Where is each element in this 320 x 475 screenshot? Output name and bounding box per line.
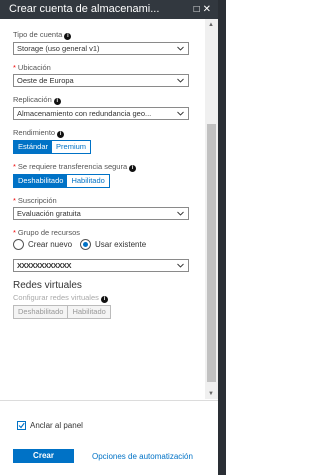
virtual-networks-title: Redes virtuales: [13, 280, 82, 291]
header-icons: □✕: [194, 0, 214, 19]
secure-transfer-label: * Se requiere transferencia segura i: [13, 162, 189, 172]
performance-toggle: Estándar Premium: [13, 140, 92, 154]
scroll-down-icon[interactable]: ▼: [208, 391, 214, 397]
resource-group-select[interactable]: XXXXXXXXXXXX: [13, 259, 189, 272]
info-icon[interactable]: i: [57, 131, 65, 138]
replication-label: Replicación i: [13, 95, 189, 105]
account-type-field: Tipo de cuenta i Storage (uso general v1): [13, 30, 189, 55]
performance-premium-option[interactable]: Premium: [52, 141, 91, 153]
resource-group-field: * Grupo de recursos Crear nuevo Usar exis…: [13, 228, 189, 272]
blade-edge: [218, 0, 226, 475]
performance-label: Rendimiento i: [13, 128, 189, 138]
footer-divider: [0, 400, 218, 401]
info-icon[interactable]: i: [129, 165, 137, 172]
radio-create-new[interactable]: Crear nuevo: [13, 239, 72, 250]
scroll-up-icon[interactable]: ▲: [208, 22, 214, 28]
resource-group-label: * Grupo de recursos: [13, 228, 81, 237]
pin-checkbox[interactable]: [17, 421, 26, 430]
restore-icon[interactable]: □: [194, 4, 203, 15]
radio-button-selected[interactable]: [80, 239, 92, 250]
location-value: Oeste de Europa: [17, 76, 74, 85]
subscription-value: Evaluación gratuita: [17, 209, 81, 218]
secure-transfer-field: * Se requiere transferencia segura i Desha…: [13, 162, 189, 188]
form-content: Tipo de cuenta i Storage (uso general v1)…: [13, 30, 189, 327]
info-icon[interactable]: i: [100, 296, 108, 303]
location-label: * Ubicación: [13, 63, 51, 72]
automation-options-link[interactable]: Opciones de automatización: [92, 452, 193, 461]
pin-to-dashboard[interactable]: Anclar al panel: [17, 421, 83, 430]
replication-field: Replicación i Almacenamiento con redundan…: [13, 95, 189, 120]
secure-transfer-disabled-option[interactable]: Deshabilitado: [14, 175, 68, 187]
radio-use-existing-label: Usar existente: [95, 240, 147, 249]
account-type-label: Tipo de cuenta i: [13, 30, 189, 40]
account-type-value: Storage (uso general v1): [17, 44, 100, 53]
virtual-networks-toggle: Deshabilitado Habilitado: [13, 305, 111, 319]
chevron-down-icon: [177, 75, 184, 86]
replication-select[interactable]: Almacenamiento con redundancia geo...: [13, 107, 189, 120]
secure-transfer-enabled-option[interactable]: Habilitado: [67, 175, 109, 187]
resource-group-value: XXXXXXXXXXXX: [17, 261, 72, 270]
replication-value: Almacenamiento con redundancia geo...: [17, 109, 152, 118]
radio-use-existing[interactable]: Usar existente: [80, 239, 146, 250]
blade-header: Crear cuenta de almacenami... □✕: [0, 0, 218, 19]
resource-group-radios: Crear nuevo Usar existente: [13, 239, 189, 250]
chevron-down-icon: [177, 108, 184, 119]
chevron-down-icon: [177, 208, 184, 219]
chevron-down-icon: [177, 260, 184, 271]
vertical-scrollbar[interactable]: ▲ ▼: [205, 19, 218, 399]
performance-field: Rendimiento i Estándar Premium: [13, 128, 189, 154]
required-marker: *: [13, 196, 16, 205]
virtual-networks-field: Configurar redes virtuales i Deshabilitad…: [13, 293, 189, 319]
location-field: * Ubicación Oeste de Europa: [13, 63, 189, 87]
required-marker: *: [13, 162, 16, 171]
info-icon[interactable]: i: [64, 33, 72, 40]
required-marker: *: [13, 228, 16, 237]
required-marker: *: [13, 63, 16, 72]
performance-standard-option[interactable]: Estándar: [14, 141, 53, 153]
radio-create-new-label: Crear nuevo: [28, 240, 73, 249]
account-type-select[interactable]: Storage (uso general v1): [13, 42, 189, 55]
checkmark-icon: [18, 422, 25, 429]
subscription-select[interactable]: Evaluación gratuita: [13, 207, 189, 220]
pin-label: Anclar al panel: [30, 421, 83, 430]
virtual-networks-enabled-option: Habilitado: [68, 306, 110, 318]
chevron-down-icon: [177, 43, 184, 54]
virtual-networks-label: Configurar redes virtuales i: [13, 293, 189, 303]
radio-button[interactable]: [13, 239, 24, 250]
subscription-field: * Suscripción Evaluación gratuita: [13, 196, 189, 220]
scrollbar-thumb[interactable]: [207, 124, 216, 382]
location-select[interactable]: Oeste de Europa: [13, 74, 189, 87]
secure-transfer-toggle: Deshabilitado Habilitado: [13, 174, 110, 188]
info-icon[interactable]: i: [53, 98, 61, 105]
close-icon[interactable]: ✕: [203, 4, 214, 15]
subscription-label: * Suscripción: [13, 196, 57, 205]
background: [226, 0, 303, 475]
virtual-networks-disabled-option: Deshabilitado: [14, 306, 69, 318]
blade-title: Crear cuenta de almacenami...: [9, 3, 160, 15]
create-button[interactable]: Crear: [13, 449, 74, 463]
